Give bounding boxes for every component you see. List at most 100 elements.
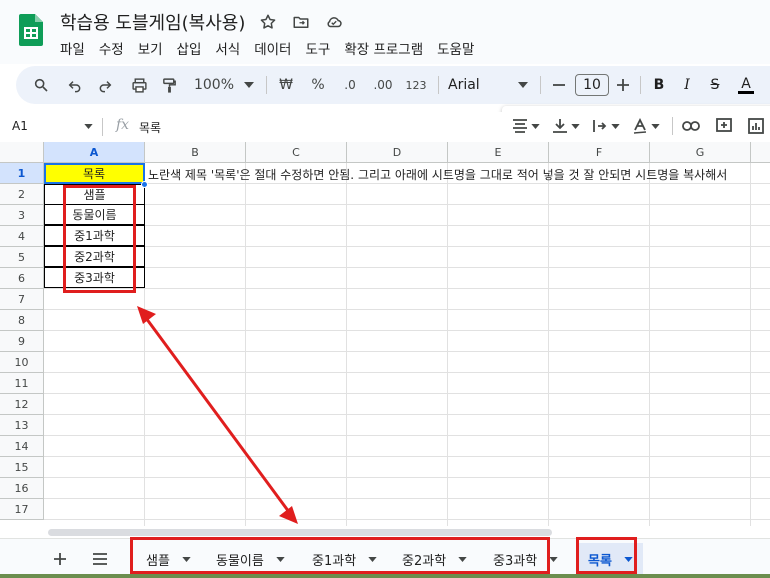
- chevron-down-icon[interactable]: [276, 556, 285, 562]
- chevron-down-icon[interactable]: [84, 124, 93, 129]
- zoom-select[interactable]: 100%: [194, 66, 234, 104]
- row-header[interactable]: 16: [0, 478, 44, 499]
- all-sheets-menu-icon[interactable]: [88, 547, 112, 571]
- spreadsheet-grid[interactable]: A B C D E F G 1 2 3 4 5 6 7 8 9 10 11 12…: [0, 142, 770, 526]
- vertical-align-icon[interactable]: [552, 106, 580, 146]
- sheet-tab-grade1-science[interactable]: 중1과학: [312, 543, 377, 575]
- row-header[interactable]: 15: [0, 457, 44, 478]
- chevron-down-icon[interactable]: [624, 556, 633, 562]
- insert-link-icon[interactable]: [682, 106, 700, 146]
- sheet-tab-animal-names[interactable]: 동물이름: [216, 543, 285, 575]
- sheet-tab-list[interactable]: 목록: [578, 543, 643, 575]
- strikethrough-button[interactable]: S: [706, 66, 724, 104]
- menu-bar: 파일 수정 보기 삽입 서식 데이터 도구 확장 프로그램 도움말: [60, 38, 488, 58]
- add-sheet-icon[interactable]: [48, 547, 72, 571]
- row-header[interactable]: 9: [0, 331, 44, 352]
- menu-help[interactable]: 도움말: [437, 38, 488, 58]
- font-size-increase-icon[interactable]: [614, 66, 632, 104]
- move-folder-icon[interactable]: [291, 12, 311, 32]
- column-header-b[interactable]: B: [145, 142, 246, 163]
- increase-decimal-button[interactable]: .00: [370, 66, 396, 104]
- row-header[interactable]: 14: [0, 436, 44, 457]
- cell-a5[interactable]: 중2과학: [44, 246, 145, 267]
- row-header[interactable]: 11: [0, 373, 44, 394]
- row-header[interactable]: 17: [0, 499, 44, 520]
- column-header-a[interactable]: A: [44, 142, 145, 163]
- cloud-saved-icon[interactable]: [324, 12, 344, 32]
- column-header-f[interactable]: F: [549, 142, 650, 163]
- star-icon[interactable]: [258, 12, 278, 32]
- row-header[interactable]: 2: [0, 184, 44, 205]
- row-header[interactable]: 13: [0, 415, 44, 436]
- undo-icon[interactable]: [64, 66, 86, 104]
- formula-input[interactable]: 목록: [139, 119, 161, 136]
- chevron-down-icon[interactable]: [242, 66, 256, 104]
- chevron-down-icon[interactable]: [368, 556, 377, 562]
- insert-chart-icon[interactable]: [748, 106, 764, 146]
- print-icon[interactable]: [128, 66, 150, 104]
- sheet-tab-bar: 샘플 동물이름 중1과학 중2과학 중3과학 목록: [0, 538, 770, 578]
- column-header-e[interactable]: E: [448, 142, 549, 163]
- overflow-toolbar: [502, 106, 770, 146]
- row-header[interactable]: 10: [0, 352, 44, 373]
- row-header[interactable]: 8: [0, 310, 44, 331]
- number-format-button[interactable]: 123: [404, 66, 428, 104]
- fx-icon: fx: [116, 117, 130, 133]
- select-all-corner[interactable]: [0, 142, 44, 163]
- fill-handle[interactable]: [141, 181, 148, 188]
- currency-format-button[interactable]: ₩: [276, 66, 296, 104]
- column-header-g[interactable]: G: [650, 142, 751, 163]
- font-size-input[interactable]: 10: [575, 74, 609, 96]
- column-header-d[interactable]: D: [347, 142, 448, 163]
- cell-a1[interactable]: 목록: [44, 163, 145, 184]
- menu-file[interactable]: 파일: [60, 38, 99, 58]
- cell-b1-note[interactable]: 노란색 제목 '목록'은 절대 수정하면 안됨. 그리고 아래에 시트명을 그대…: [148, 166, 727, 183]
- cell-a2[interactable]: 샘플: [44, 184, 145, 205]
- font-size-decrease-icon[interactable]: [550, 66, 568, 104]
- sheet-tab-grade3-science[interactable]: 중3과학: [493, 543, 558, 575]
- row-header[interactable]: 7: [0, 289, 44, 310]
- search-menus-icon[interactable]: [30, 66, 52, 104]
- name-box[interactable]: A1: [12, 119, 28, 133]
- sheet-tab-sample[interactable]: 샘플: [146, 543, 191, 575]
- text-color-button[interactable]: A: [736, 66, 756, 104]
- cell-a3[interactable]: 동물이름: [44, 204, 145, 225]
- row-header[interactable]: 4: [0, 226, 44, 247]
- menu-insert[interactable]: 삽입: [177, 38, 216, 58]
- text-rotation-icon[interactable]: [632, 106, 660, 146]
- horizontal-scrollbar[interactable]: [44, 526, 770, 538]
- sheet-tab-grade2-science[interactable]: 중2과학: [402, 543, 467, 575]
- percent-format-button[interactable]: %: [308, 66, 328, 104]
- row-header[interactable]: 3: [0, 205, 44, 226]
- document-title[interactable]: 학습용 도블게임(복사용): [60, 9, 245, 35]
- paint-format-icon[interactable]: [158, 66, 180, 104]
- chevron-down-icon[interactable]: [458, 556, 467, 562]
- horizontal-align-icon[interactable]: [512, 106, 540, 146]
- font-family-select[interactable]: Arial: [448, 66, 492, 104]
- menu-extensions[interactable]: 확장 프로그램: [344, 38, 437, 58]
- chevron-down-icon[interactable]: [182, 556, 191, 562]
- menu-tools[interactable]: 도구: [305, 38, 344, 58]
- redo-icon[interactable]: [94, 66, 116, 104]
- bold-button[interactable]: B: [650, 66, 668, 104]
- menu-format[interactable]: 서식: [215, 38, 254, 58]
- menu-view[interactable]: 보기: [138, 38, 177, 58]
- column-header-c[interactable]: C: [246, 142, 347, 163]
- row-header[interactable]: 5: [0, 247, 44, 268]
- cell-a4[interactable]: 중1과학: [44, 225, 145, 246]
- row-header[interactable]: 1: [0, 163, 44, 184]
- insert-comment-icon[interactable]: [716, 106, 732, 146]
- column-header-h[interactable]: [751, 142, 770, 163]
- row-header[interactable]: 6: [0, 268, 44, 289]
- cell-a6[interactable]: 중3과학: [44, 267, 145, 288]
- menu-edit[interactable]: 수정: [99, 38, 138, 58]
- chevron-down-icon[interactable]: [549, 556, 558, 562]
- decrease-decimal-button[interactable]: .0: [338, 66, 362, 104]
- menu-data[interactable]: 데이터: [254, 38, 305, 58]
- sheets-logo-icon[interactable]: [19, 14, 43, 46]
- italic-button[interactable]: I: [678, 66, 696, 104]
- text-wrap-icon[interactable]: [592, 106, 620, 146]
- scrollbar-thumb[interactable]: [48, 529, 552, 536]
- row-header[interactable]: 12: [0, 394, 44, 415]
- chevron-down-icon[interactable]: [516, 66, 530, 104]
